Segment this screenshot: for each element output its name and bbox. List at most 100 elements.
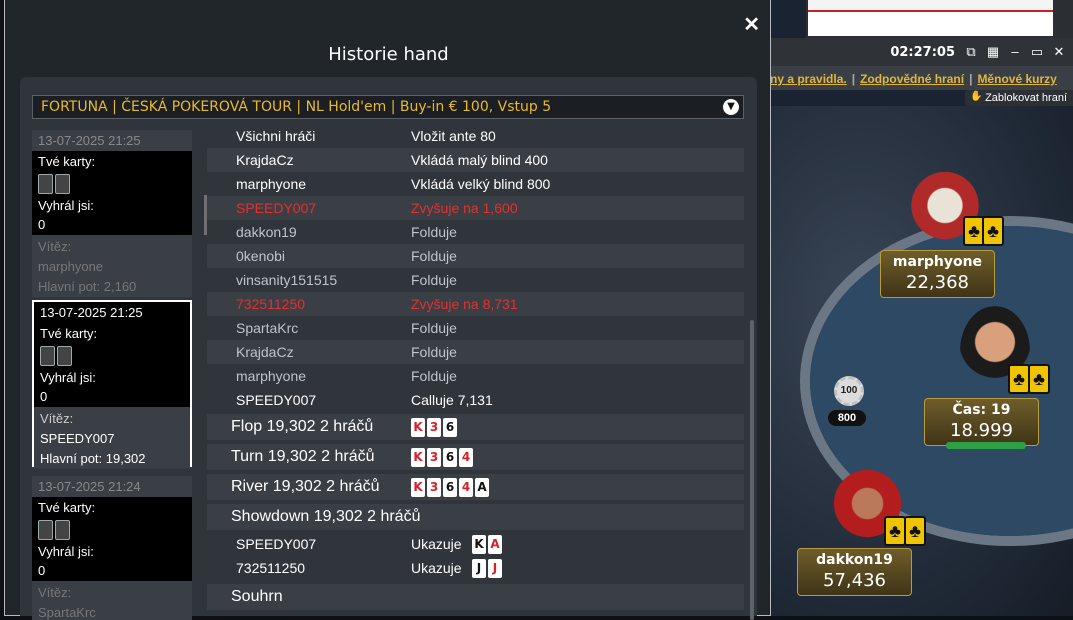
hand-datetime: 13-07-2025 21:24 xyxy=(32,476,192,497)
tournament-select[interactable]: FORTUNA | ČESKÁ POKEROVÁ TOUR | NL Hold'… xyxy=(32,95,744,119)
table-felt: 100 800 ♣ ♣ marphyone 22,368 ♣ ♣ Čas: 19… xyxy=(770,106,1073,616)
player-name: Čas: 19 xyxy=(952,402,1011,418)
action-row: dakkon19 Folduje xyxy=(236,224,457,240)
shown-cards: J J xyxy=(472,559,502,578)
hand-won-label: Vyhrál jsi: xyxy=(38,198,94,213)
history-panel: FORTUNA | ČESKÁ POKEROVÁ TOUR | NL Hold'… xyxy=(20,77,757,620)
hand-winner-label: Vítěz: xyxy=(40,411,74,426)
shown-cards: K A xyxy=(472,535,502,554)
dialog-title: Historie hand xyxy=(328,44,449,65)
card-back-icon: ♣ xyxy=(982,216,1004,246)
card-placeholder-icon xyxy=(38,520,53,540)
player-stack: 18.999 xyxy=(950,420,1013,441)
turn-row: Turn 19,302 2 hráčů K 3 6 4 xyxy=(207,444,744,470)
hand-cards-label: Tvé karty: xyxy=(38,500,96,515)
card-face: K xyxy=(411,478,425,497)
tournament-select-value: FORTUNA | ČESKÁ POKEROVÁ TOUR | NL Hold'… xyxy=(41,99,552,115)
player-stack: 57,436 xyxy=(823,570,886,591)
card-face: 3 xyxy=(427,448,441,467)
showdown-row: Showdown 19,302 2 hráčů xyxy=(207,504,744,530)
close-icon[interactable]: ✕ xyxy=(743,12,760,37)
card-back-icon: ♣ xyxy=(1008,364,1030,394)
summary-row: Souhrn xyxy=(207,584,744,610)
flop-label: Flop 19,302 2 hráčů xyxy=(231,418,374,435)
close-table-icon[interactable]: ✕ xyxy=(1051,44,1067,60)
card-face: 4 xyxy=(459,478,473,497)
card-face: 6 xyxy=(443,418,457,437)
action-row: KrajdaCz Folduje xyxy=(207,340,744,364)
action-row: KrajdaCz Vkládá malý blind 400 xyxy=(207,148,744,172)
player-name: dakkon19 xyxy=(816,552,893,568)
hand-list-item-selected[interactable]: 13-07-2025 21:25 Tvé karty: Vyhrál jsi: … xyxy=(32,300,192,469)
card-face: 4 xyxy=(459,448,473,467)
action-row: SpartaKrc Folduje xyxy=(236,320,457,336)
detail-scrollbar[interactable] xyxy=(750,320,754,620)
flop-row: Flop 19,302 2 hráčů K 3 6 xyxy=(207,414,744,440)
hand-icon: ✋ xyxy=(970,91,983,102)
action-row-raise: 732511250 Zvyšuje na 8,731 xyxy=(207,292,744,316)
restore-window-icon[interactable]: ⧉ xyxy=(963,44,979,60)
hand-list-item[interactable]: 13-07-2025 21:25 Tvé karty: Vyhrál jsi: … xyxy=(32,130,192,297)
summary-label: Souhrn xyxy=(231,588,283,605)
action-row: marphyone Vkládá velký blind 800 xyxy=(236,176,551,192)
player-plate-timer[interactable]: Čas: 19 18.999 xyxy=(924,398,1039,446)
player-name: marphyone xyxy=(892,254,983,270)
hand-winner-label: Vítěz: xyxy=(38,239,72,254)
table-titlebar: 02:27:05 ⧉ ▦ – ▭ ✕ xyxy=(770,38,1073,66)
maximize-icon[interactable]: ▭ xyxy=(1029,44,1045,60)
flop-cards: K 3 6 xyxy=(411,418,457,437)
hand-winner: SPEEDY007 xyxy=(40,431,115,446)
hand-pot: Hlavní pot: 2,160 xyxy=(38,279,137,294)
hand-winner: SpartaKrc xyxy=(38,605,96,620)
player-plate-marphyone[interactable]: marphyone 22,368 xyxy=(880,250,995,298)
hand-list[interactable]: 13-07-2025 21:25 Tvé karty: Vyhrál jsi: … xyxy=(32,130,192,620)
card-face: K xyxy=(472,535,486,554)
card-face: J xyxy=(472,559,486,578)
hand-pot: Hlavní pot: 19,302 xyxy=(40,451,146,466)
chevron-down-icon[interactable]: ▼ xyxy=(723,99,739,115)
river-row: River 19,302 2 hráčů K 3 6 4 A xyxy=(207,474,744,500)
minimize-icon[interactable]: – xyxy=(1007,44,1023,60)
hand-won-value: 0 xyxy=(38,217,46,232)
card-face: A xyxy=(488,535,502,554)
hand-list-item[interactable]: 13-07-2025 21:24 Tvé karty: Vyhrál jsi: … xyxy=(32,476,192,620)
hand-cards xyxy=(34,345,190,367)
hand-won-label: Vyhrál jsi: xyxy=(38,544,94,559)
pot-chip-icon: 100 xyxy=(834,376,864,406)
hand-cards xyxy=(32,173,192,195)
action-row: marphyone Folduje xyxy=(236,368,457,384)
tile-windows-icon[interactable]: ▦ xyxy=(985,44,1001,60)
turn-label: Turn 19,302 2 hráčů xyxy=(231,448,375,465)
card-placeholder-icon xyxy=(57,346,72,366)
player-stack: 22,368 xyxy=(906,272,969,293)
background-window xyxy=(806,0,1073,38)
hand-won-value: 0 xyxy=(40,389,48,404)
player-plate-dakkon19[interactable]: dakkon19 57,436 xyxy=(797,548,912,596)
hand-history-dialog: ✕ Historie hand FORTUNA | ČESKÁ POKEROVÁ… xyxy=(4,0,771,620)
card-face: J xyxy=(488,559,502,578)
rules-link[interactable]: ny a pravidla. xyxy=(770,72,847,86)
hand-detail: Všichni hráči Vložit ante 80 KrajdaCz Vklá… xyxy=(207,124,744,616)
river-cards: K 3 6 4 A xyxy=(411,478,489,497)
action-row-raise: SPEEDY007 Zvyšuje na 1,600 xyxy=(207,196,744,220)
hand-datetime: 13-07-2025 21:25 xyxy=(32,130,192,151)
card-back-icon: ♣ xyxy=(884,516,906,546)
action-row: 0kenobi Folduje xyxy=(207,244,744,268)
showdown-player-row: 732511250 Ukazuje J J xyxy=(207,556,744,580)
showdown-player-row: SPEEDY007 Ukazuje K A xyxy=(207,532,744,556)
table-links-bar: ny a pravidla. | Zodpovědné hraní | Měnové k… xyxy=(770,66,1073,90)
card-face: A xyxy=(475,478,489,497)
card-placeholder-icon xyxy=(55,520,70,540)
hand-datetime: 13-07-2025 21:25 xyxy=(34,302,190,323)
hand-cards-label: Tvé karty: xyxy=(38,154,96,169)
card-face: 6 xyxy=(443,448,457,467)
showdown-label: Showdown 19,302 2 hráčů xyxy=(231,508,421,525)
responsible-gaming-link[interactable]: Zodpovědné hraní xyxy=(860,72,964,86)
pot-amount: 800 xyxy=(828,410,866,426)
block-play-button[interactable]: ✋ Zablokovat hraní xyxy=(965,90,1073,106)
card-placeholder-icon xyxy=(55,174,70,194)
hand-won-label: Vyhrál jsi: xyxy=(40,370,96,385)
card-face: K xyxy=(411,418,425,437)
exchange-rates-link[interactable]: Měnové kurzy xyxy=(977,72,1056,86)
hand-won-value: 0 xyxy=(38,563,46,578)
